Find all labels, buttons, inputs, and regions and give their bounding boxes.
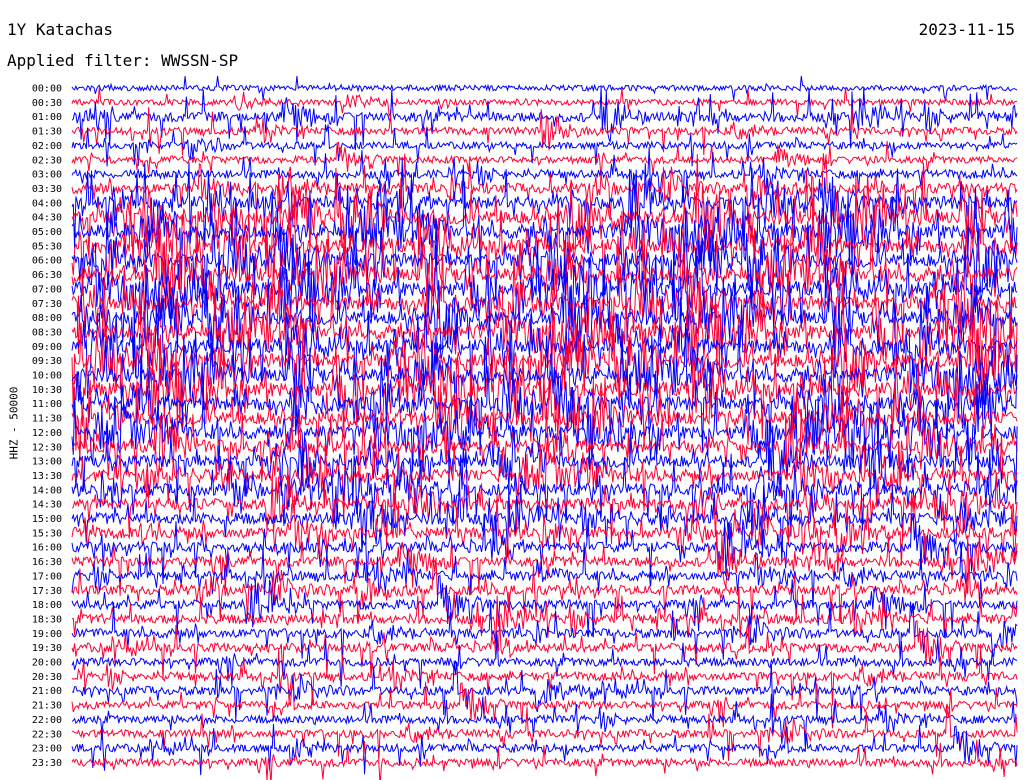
row-time-label: 22:30 — [32, 729, 62, 740]
row-time-label: 07:30 — [32, 299, 62, 310]
row-time-label: 23:00 — [32, 744, 62, 755]
row-time-label: 14:00 — [32, 485, 62, 496]
row-time-label: 12:00 — [32, 428, 62, 439]
row-time-label: 14:30 — [32, 500, 62, 511]
row-time-label: 16:00 — [32, 543, 62, 554]
row-time-label: 11:00 — [32, 399, 62, 410]
row-time-label: 12:30 — [32, 442, 62, 453]
row-time-label: 01:00 — [32, 112, 62, 123]
trace-line — [71, 574, 1018, 638]
row-time-label: 08:00 — [32, 313, 62, 324]
row-time-label: 21:30 — [32, 701, 62, 712]
tick-label-layer: 00:00 00:30 01:00 01:30 02:00 02:30 03:00 03:30… — [32, 84, 62, 769]
row-time-label: 05:00 — [32, 227, 62, 238]
row-time-label: 13:00 — [32, 457, 62, 468]
row-time-label: 04:30 — [32, 213, 62, 224]
row-time-label: 19:00 — [32, 629, 62, 640]
trace-line — [72, 588, 1018, 649]
row-time-label: 17:30 — [32, 586, 62, 597]
row-time-label: 09:00 — [32, 342, 62, 353]
row-time-label: 02:30 — [32, 155, 62, 166]
trace-line — [71, 75, 1018, 102]
trace-line — [71, 87, 1018, 117]
trace-line — [71, 601, 1018, 665]
row-time-label: 23:30 — [32, 758, 62, 769]
row-time-label: 00:00 — [32, 84, 62, 95]
row-time-label: 18:30 — [32, 614, 62, 625]
row-time-label: 07:00 — [32, 284, 62, 295]
row-time-label: 00:30 — [32, 98, 62, 109]
row-time-label: 05:30 — [32, 241, 62, 252]
row-time-label: 20:00 — [32, 658, 62, 669]
row-time-label: 10:30 — [32, 385, 62, 396]
row-time-label: 01:30 — [32, 127, 62, 138]
row-time-label: 08:30 — [32, 327, 62, 338]
trace-line — [71, 153, 1018, 225]
row-time-label: 11:30 — [32, 414, 62, 425]
row-time-label: 19:30 — [32, 643, 62, 654]
row-time-label: 16:30 — [32, 557, 62, 568]
row-time-label: 22:00 — [32, 715, 62, 726]
row-time-label: 18:00 — [32, 600, 62, 611]
row-time-label: 15:00 — [32, 514, 62, 525]
trace-line — [71, 660, 1018, 721]
row-time-label: 03:30 — [32, 184, 62, 195]
row-time-label: 13:30 — [32, 471, 62, 482]
row-time-label: 09:30 — [32, 356, 62, 367]
trace-layer — [71, 75, 1018, 780]
row-time-label: 06:30 — [32, 270, 62, 281]
row-time-label: 04:00 — [32, 198, 62, 209]
row-time-label: 10:00 — [32, 371, 62, 382]
trace-line — [71, 693, 1018, 747]
helicorder-plot: 00:00 00:30 01:00 01:30 02:00 02:30 03:00 03:30… — [32, 75, 1018, 780]
row-time-label: 20:30 — [32, 672, 62, 683]
row-time-label: 15:30 — [32, 528, 62, 539]
trace-line — [71, 617, 1018, 680]
row-time-label: 17:00 — [32, 571, 62, 582]
row-time-label: 03:00 — [32, 170, 62, 181]
row-time-label: 21:00 — [32, 686, 62, 697]
row-time-label: 06:00 — [32, 256, 62, 267]
helicorder-page: 1Y Katachas 2023-11-15 Applied filter: W… — [0, 0, 1024, 780]
row-time-label: 02:00 — [32, 141, 62, 152]
